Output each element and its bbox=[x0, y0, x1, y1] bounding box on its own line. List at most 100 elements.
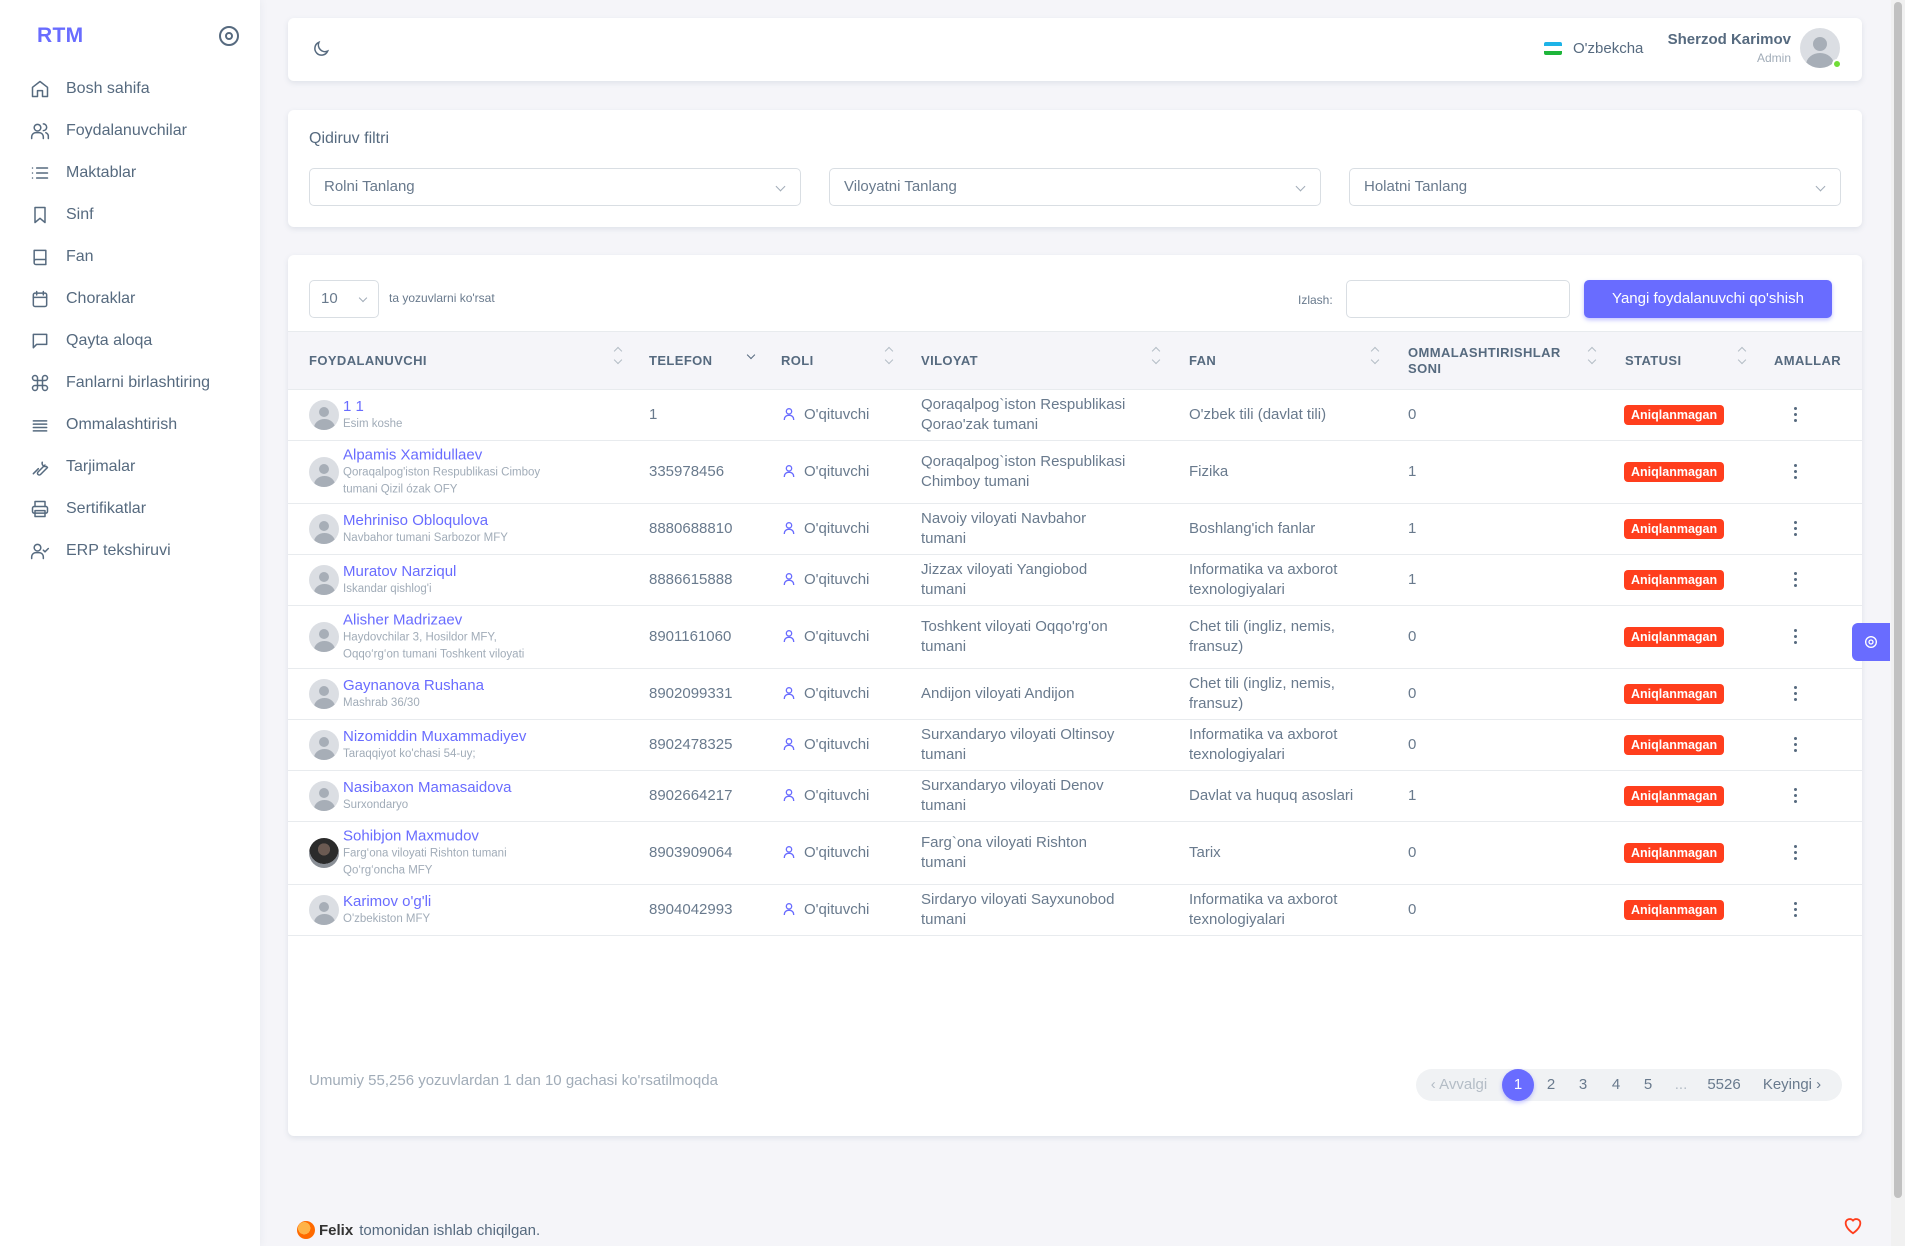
user-avatar bbox=[309, 895, 339, 925]
search-input[interactable] bbox=[1346, 280, 1570, 318]
pagination-page[interactable]: 5 bbox=[1637, 1069, 1659, 1101]
more-actions-icon[interactable] bbox=[1794, 629, 1798, 645]
add-user-button[interactable]: Yangi foydalanuvchi qo'shish bbox=[1584, 280, 1832, 318]
column-header-phone[interactable]: TELEFON bbox=[649, 332, 712, 389]
pagination-page[interactable]: 3 bbox=[1572, 1069, 1594, 1101]
sort-icon[interactable] bbox=[614, 346, 622, 366]
bookmark-icon bbox=[34, 206, 46, 224]
region-line: Farg`ona viloyati Rishton bbox=[921, 834, 1087, 851]
status-badge: Aniqlanmagan bbox=[1624, 519, 1725, 539]
brand-logo[interactable]: RTM bbox=[37, 24, 83, 48]
column-header-publications[interactable]: OMMALASHTIRISHLAR SONI bbox=[1408, 332, 1561, 389]
pagination-next[interactable]: Keyingi › bbox=[1756, 1069, 1828, 1101]
user-name-link[interactable]: Alisher Madrizaev bbox=[343, 611, 524, 630]
heart-icon[interactable] bbox=[1842, 1214, 1864, 1236]
subject-cell: Informatika va axborot texnologiyalari bbox=[1189, 560, 1337, 600]
user-name-link[interactable]: 1 1 bbox=[343, 397, 402, 416]
sidebar-item-merge-subjects[interactable]: Fanlarni birlashtiring bbox=[0, 362, 260, 404]
users-icon bbox=[30, 123, 50, 140]
sidebar-item-subject[interactable]: Fan bbox=[0, 236, 260, 278]
sidebar-item-certificates[interactable]: Sertifikatlar bbox=[0, 488, 260, 530]
status-select[interactable]: Holatni Tanlang bbox=[1349, 168, 1841, 206]
user-name-link[interactable]: Nizomiddin Muxammadiyev bbox=[343, 727, 526, 746]
phone-cell: 8902478325 bbox=[649, 736, 733, 753]
user-address: Qoraqalpog'iston Respublikasi Cimboy bbox=[343, 466, 541, 479]
user-name-link[interactable]: Nasibaxon Mamasaidova bbox=[343, 778, 511, 797]
status-badge: Aniqlanmagan bbox=[1624, 462, 1725, 482]
theme-customizer-button[interactable] bbox=[1852, 623, 1890, 661]
region-line: Qoraqalpog`iston Respublikasi bbox=[921, 453, 1126, 470]
user-name-link[interactable]: Sohibjon Maxmudov bbox=[343, 827, 507, 846]
status-badge: Aniqlanmagan bbox=[1624, 684, 1725, 704]
sidebar-toggle-icon[interactable] bbox=[219, 26, 239, 46]
user-name-link[interactable]: Gaynanova Rushana bbox=[343, 676, 484, 695]
menu-icon bbox=[32, 420, 48, 432]
sidebar-item-translations[interactable]: Tarjimalar bbox=[0, 446, 260, 488]
region-cell: Qoraqalpog`iston Respublikasi Qorao'zak t… bbox=[921, 395, 1125, 435]
pagination-prev[interactable]: ‹ Avvalgi bbox=[1428, 1069, 1490, 1101]
user-cell: Alisher Madrizaev Haydovchilar 3, Hosildo… bbox=[343, 611, 524, 664]
user-name-link[interactable]: Muratov Narziqul bbox=[343, 562, 456, 581]
role-select[interactable]: Rolni Tanlang bbox=[309, 168, 801, 206]
role-cell: O'qituvchi bbox=[781, 405, 869, 425]
region-line: tumani bbox=[921, 911, 967, 928]
page-scrollbar[interactable] bbox=[1891, 0, 1905, 1246]
sort-icon[interactable] bbox=[1371, 346, 1379, 366]
user-name-link[interactable]: Alpamis Xamidullaev bbox=[343, 446, 540, 465]
chevron-down-icon bbox=[1295, 181, 1306, 192]
sidebar-item-publications[interactable]: Ommalashtirish bbox=[0, 404, 260, 446]
more-actions-icon[interactable] bbox=[1794, 572, 1798, 588]
sidebar-item-quarters[interactable]: Choraklar bbox=[0, 278, 260, 320]
status-select-value: Holatni Tanlang bbox=[1364, 178, 1468, 195]
scrollbar-thumb[interactable] bbox=[1894, 2, 1902, 1198]
sort-icon[interactable] bbox=[1588, 346, 1596, 366]
sidebar-item-class[interactable]: Sinf bbox=[0, 194, 260, 236]
column-header-region[interactable]: VILOYAT bbox=[921, 332, 978, 389]
pagination-page[interactable]: 1 bbox=[1502, 1069, 1534, 1101]
user-address: Mashrab 36/30 bbox=[343, 697, 420, 709]
more-actions-icon[interactable] bbox=[1794, 464, 1798, 480]
footer-brand[interactable]: Felix bbox=[319, 1222, 353, 1239]
sidebar-item-feedback[interactable]: Qayta aloqa bbox=[0, 320, 260, 362]
more-actions-icon[interactable] bbox=[1794, 902, 1798, 918]
column-header-role[interactable]: ROLI bbox=[781, 332, 814, 389]
more-actions-icon[interactable] bbox=[1794, 521, 1798, 537]
user-icon bbox=[781, 571, 797, 587]
dark-mode-toggle[interactable] bbox=[311, 39, 331, 59]
sidebar-item-label: Fanlarni birlashtiring bbox=[66, 374, 211, 391]
language-switcher[interactable]: O'zbekcha bbox=[1544, 40, 1643, 57]
sidebar-item-label: ERP tekshiruvi bbox=[66, 542, 171, 559]
sort-icon[interactable] bbox=[885, 346, 893, 366]
more-actions-icon[interactable] bbox=[1794, 407, 1798, 423]
pagination-page[interactable]: 2 bbox=[1540, 1069, 1562, 1101]
column-label: OMMALASHTIRISHLAR bbox=[1408, 344, 1561, 360]
page-length-select[interactable]: 10 bbox=[309, 280, 379, 318]
user-name-link[interactable]: Karimov o'g'li bbox=[343, 892, 431, 911]
column-header-subject[interactable]: FAN bbox=[1189, 332, 1216, 389]
sort-desc-icon[interactable] bbox=[747, 346, 755, 366]
sidebar-item-schools[interactable]: Maktablar bbox=[0, 152, 260, 194]
publications-count: 1 bbox=[1408, 520, 1417, 537]
sidebar-item-users[interactable]: Foydalanuvchilar bbox=[0, 110, 260, 152]
pagination-page[interactable]: 4 bbox=[1605, 1069, 1627, 1101]
more-actions-icon[interactable] bbox=[1794, 788, 1798, 804]
user-name-link[interactable]: Mehriniso Obloqulova bbox=[343, 511, 508, 530]
column-header-status[interactable]: STATUSI bbox=[1625, 332, 1681, 389]
more-actions-icon[interactable] bbox=[1794, 737, 1798, 753]
column-header-user[interactable]: FOYDALANUVCHI bbox=[309, 332, 427, 389]
sidebar-item-home[interactable]: Bosh sahifa bbox=[0, 68, 260, 110]
user-address: Oqqo‘rg‘on tumani Toshkent viloyati bbox=[343, 648, 525, 661]
pagination-page[interactable]: 5526 bbox=[1702, 1069, 1746, 1101]
more-actions-icon[interactable] bbox=[1794, 686, 1798, 702]
role-select-value: Rolni Tanlang bbox=[324, 178, 415, 195]
more-actions-icon[interactable] bbox=[1794, 845, 1798, 861]
user-cell: Sohibjon Maxmudov Farg‘ona viloyati Risht… bbox=[343, 827, 507, 880]
user-cell: Gaynanova Rushana Mashrab 36/30 bbox=[343, 676, 484, 712]
region-select[interactable]: Viloyatni Tanlang bbox=[829, 168, 1321, 206]
calendar-icon bbox=[32, 290, 48, 308]
phone-cell: 8886615888 bbox=[649, 571, 733, 588]
sort-icon[interactable] bbox=[1738, 346, 1746, 366]
sort-icon[interactable] bbox=[1152, 346, 1160, 366]
sidebar-item-erp-check[interactable]: ERP tekshiruvi bbox=[0, 530, 260, 572]
sidebar-item-label: Sinf bbox=[66, 206, 94, 223]
